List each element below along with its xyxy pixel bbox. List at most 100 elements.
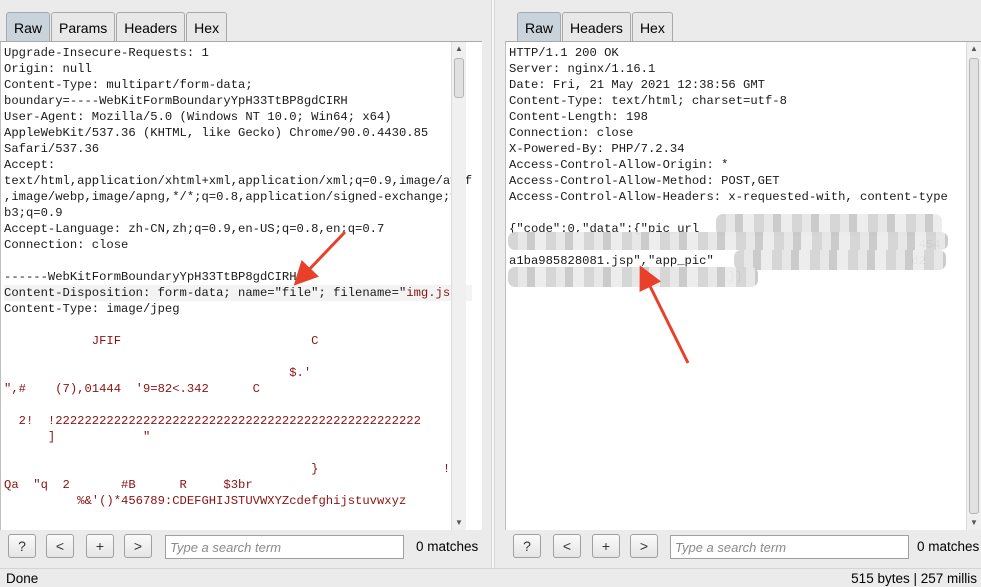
response-pane: Raw Headers Hex HTTP/1.1 200 OK Server: n…: [505, 0, 981, 568]
request-line-text: Upgrade-Insecure-Requests: 1: [4, 46, 209, 60]
scroll-down-icon[interactable]: ▼: [452, 516, 466, 530]
request-line: ",# (7),01444 '9=82<.342 C: [4, 381, 472, 397]
request-line: JFIF C: [4, 333, 472, 349]
response-line: Content-Length: 198: [509, 110, 648, 124]
request-line-text: b3;q=0.9: [4, 206, 63, 220]
request-line-text: User-Agent: Mozilla/5.0 (Windows NT 10.0…: [4, 110, 392, 124]
help-button[interactable]: ?: [8, 534, 36, 558]
splitter-handle[interactable]: [491, 0, 495, 568]
tab-headers[interactable]: Headers: [562, 12, 631, 42]
response-line: Date: Fri, 21 May 2021 12:38:56 GMT: [509, 78, 765, 92]
request-line-text: Safari/537.36: [4, 142, 100, 156]
search-prev-button[interactable]: <: [553, 534, 581, 558]
tab-hex[interactable]: Hex: [186, 12, 228, 42]
request-line: ------WebKitFormBoundaryYpH33TtBP8gdCIRH: [4, 269, 472, 285]
request-line-text: Accept-Language: zh-CN,zh;q=0.9,en-US;q=…: [4, 222, 385, 236]
payload-text: } !1A: [4, 462, 465, 476]
scroll-up-icon[interactable]: ▲: [967, 42, 981, 56]
payload-text: ",# (7),01444 '9=82<.342 C: [4, 382, 260, 396]
request-line-text: Content-Type: multipart/form-data;: [4, 78, 253, 92]
redaction-blur: [508, 267, 758, 287]
response-line: Access-Control-Allow-Method: POST,GET: [509, 174, 780, 188]
response-line: Content-Type: text/html; charset=utf-8: [509, 94, 787, 108]
request-line: Accept-Language: zh-CN,zh;q=0.9,en-US;q=…: [4, 221, 472, 237]
request-line-text: text/html,application/xhtml+xml,applicat…: [4, 174, 473, 188]
request-line: Qa "q 2 #B R $3br: [4, 477, 472, 493]
scroll-up-icon[interactable]: ▲: [452, 42, 466, 56]
search-next-button[interactable]: >: [124, 534, 152, 558]
response-size-time: 515 bytes | 257 millis: [851, 571, 977, 586]
request-line: Content-Type: image/jpeg: [4, 301, 472, 317]
pane-splitter[interactable]: [482, 0, 505, 568]
request-line: Accept:: [4, 157, 472, 173]
search-input[interactable]: [165, 535, 404, 559]
request-line: Content-Disposition: form-data; name="fi…: [4, 285, 473, 301]
request-editor[interactable]: Upgrade-Insecure-Requests: 1 Origin: null…: [0, 42, 482, 530]
response-line: Connection: close: [509, 126, 634, 140]
request-line: text/html,application/xhtml+xml,applicat…: [4, 173, 472, 189]
request-line: } !1A: [4, 461, 472, 477]
redaction-blur: [508, 232, 948, 250]
search-options-button[interactable]: +: [86, 534, 114, 558]
response-search-bar: ? < + > 0 matches: [505, 534, 981, 560]
response-scrollbar[interactable]: ▲ ▼: [966, 42, 981, 530]
response-tabs: Raw Headers Hex: [517, 12, 674, 42]
response-line: Server: nginx/1.16.1: [509, 62, 656, 76]
payload-text: img.jsp: [406, 286, 458, 300]
payload-text: $.': [4, 366, 312, 380]
request-line: Connection: close: [4, 237, 472, 253]
tab-raw[interactable]: Raw: [6, 12, 51, 42]
request-text[interactable]: Upgrade-Insecure-Requests: 1 Origin: null…: [4, 45, 473, 509]
search-options-button[interactable]: +: [592, 534, 620, 558]
request-line-text: Content-Disposition: form-data; name="fi…: [4, 286, 407, 300]
status-text: Done: [6, 571, 39, 586]
request-line: [4, 445, 472, 461]
scroll-thumb[interactable]: [969, 58, 979, 514]
match-count: 0 matches: [917, 539, 980, 554]
request-line: boundary=----WebKitFormBoundaryYpH33TtBP…: [4, 93, 472, 109]
response-line: Access-Control-Allow-Origin: *: [509, 158, 729, 172]
request-search-bar: ? < + > 0 matches: [0, 534, 482, 560]
response-line: Access-Control-Allow-Headers: x-requeste…: [509, 190, 948, 204]
request-line: 2! !222222222222222222222222222222222222…: [4, 413, 472, 429]
request-scrollbar[interactable]: ▲ ▼: [451, 42, 466, 530]
match-count: 0 matches: [416, 539, 479, 554]
request-line: [4, 397, 472, 413]
search-next-button[interactable]: >: [630, 534, 658, 558]
request-line-text: Connection: close: [4, 238, 129, 252]
response-editor[interactable]: HTTP/1.1 200 OK Server: nginx/1.16.1 Date:…: [505, 42, 981, 530]
status-bar: Done 515 bytes | 257 millis: [0, 568, 981, 587]
request-line-text: Content-Type: image/jpeg: [4, 302, 180, 316]
tab-params[interactable]: Params: [51, 12, 116, 42]
help-button[interactable]: ?: [513, 534, 541, 558]
request-line-text: Accept:: [4, 158, 56, 172]
request-tabs: Raw Params Headers Hex: [6, 12, 228, 42]
payload-text: 2! !222222222222222222222222222222222222…: [4, 414, 421, 428]
scroll-thumb[interactable]: [454, 58, 464, 98]
request-line: b3;q=0.9: [4, 205, 472, 221]
request-line: ] ": [4, 429, 472, 445]
request-pane: Raw Params Headers Hex Upgrade-Insecure-…: [0, 0, 482, 568]
payload-text: JFIF C: [4, 334, 319, 348]
tab-hex[interactable]: Hex: [631, 12, 673, 42]
search-prev-button[interactable]: <: [46, 534, 74, 558]
tab-headers[interactable]: Headers: [116, 12, 186, 42]
payload-text: Qa "q 2 #B R $3br: [4, 478, 253, 492]
request-line: [4, 253, 472, 269]
request-line: User-Agent: Mozilla/5.0 (Windows NT 10.0…: [4, 109, 472, 125]
tab-raw[interactable]: Raw: [517, 12, 562, 42]
request-line-text: AppleWebKit/537.36 (KHTML, like Gecko) C…: [4, 126, 429, 140]
request-line-text: Origin: null: [4, 62, 92, 76]
request-line: Origin: null: [4, 61, 472, 77]
request-line: ,image/webp,image/apng,*/*;q=0.8,applica…: [4, 189, 472, 205]
request-line: Safari/537.36: [4, 141, 472, 157]
search-input[interactable]: [670, 535, 909, 559]
request-line: %&'()*456789:CDEFGHIJSTUVWXYZcdefghijstu…: [4, 493, 472, 509]
response-line: X-Powered-By: PHP/7.2.34: [509, 142, 685, 156]
response-line: HTTP/1.1 200 OK: [509, 46, 619, 60]
scroll-down-icon[interactable]: ▼: [967, 516, 981, 530]
request-line: Upgrade-Insecure-Requests: 1: [4, 45, 472, 61]
request-line: Content-Type: multipart/form-data;: [4, 77, 472, 93]
payload-text: %&'()*456789:CDEFGHIJSTUVWXYZcdefghijstu…: [4, 494, 407, 508]
request-line: AppleWebKit/537.36 (KHTML, like Gecko) C…: [4, 125, 472, 141]
